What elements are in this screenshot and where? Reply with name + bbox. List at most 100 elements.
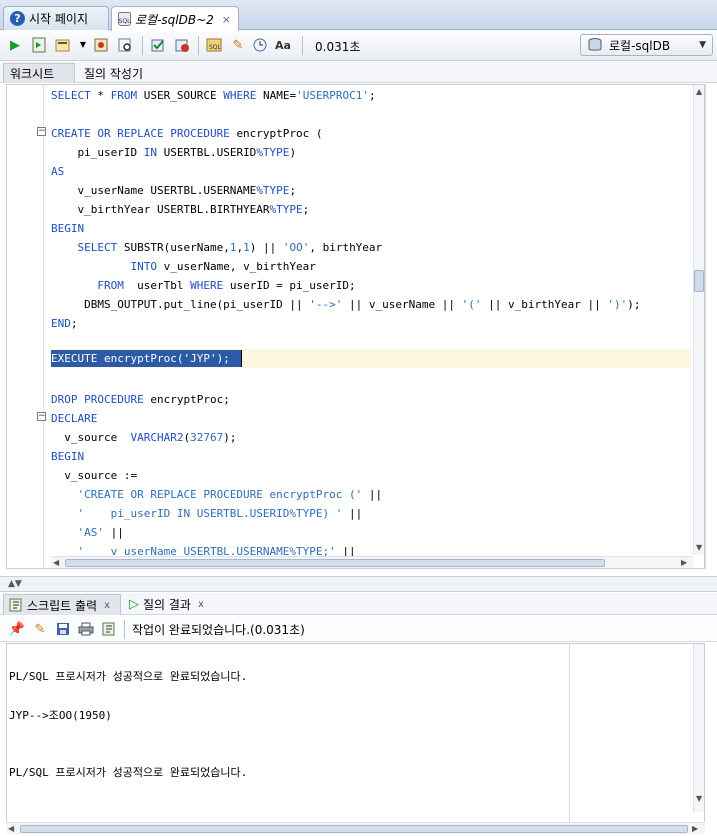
code-token: FROM [110, 89, 144, 102]
code-token: 'USERPROC1' [296, 89, 369, 102]
code-token: ; [289, 184, 297, 197]
tab-worksheet[interactable]: 워크시트 [3, 63, 75, 83]
output-horizontal-scroll-thumb[interactable] [20, 825, 688, 833]
run-script-icon[interactable] [30, 36, 48, 54]
scroll-right-arrow-icon[interactable]: ▶ [681, 558, 687, 567]
scroll-right-arrow-icon[interactable]: ▶ [692, 824, 698, 833]
pin-icon[interactable]: 📌 [8, 620, 26, 638]
code-token: END [51, 317, 71, 330]
output-toolbar: 📌 ✎ 작업이 완료되었습니다.(0.031초) [0, 616, 717, 642]
code-token: userTbl [137, 279, 191, 292]
code-token: ); [627, 298, 641, 311]
code-token: SUBSTR(userName, [123, 241, 230, 254]
code-token: INTO [51, 260, 164, 273]
code-token: DBMS_OUTPUT.put_line(pi_userID || [51, 298, 310, 311]
code-token: ' pi_userID IN USERTBL.USERID%TYPE) ' [51, 507, 343, 520]
output-vertical-scrollbar[interactable]: ▼ [693, 644, 704, 812]
code-token: DROP PROCEDURE [51, 393, 151, 406]
scroll-left-arrow-icon[interactable]: ◀ [8, 824, 14, 833]
run-statement-icon[interactable]: ▶ [6, 36, 24, 54]
editor-vertical-scrollbar[interactable] [693, 85, 704, 555]
code-line: 'CREATE OR REPLACE PROCEDURE encryptProc… [51, 486, 382, 503]
save-icon[interactable] [54, 620, 72, 638]
code-line: v_birthYear USERTBL.BIRTHYEAR%TYPE; [51, 201, 309, 218]
editor-gutter [7, 85, 34, 568]
rollback-icon[interactable] [173, 36, 191, 54]
clear-eraser-icon[interactable]: ✎ [31, 620, 49, 638]
editor-horizontal-scrollbar[interactable]: ◀ ▶ [51, 556, 693, 568]
scroll-up-arrow-icon[interactable]: ▲ [696, 87, 702, 96]
editor-mode-tabs: 워크시트 질의 작성기 [0, 62, 717, 83]
close-tab-icon[interactable]: x [198, 599, 204, 610]
tab-query-result[interactable]: ▷ 질의 결과 x [124, 594, 209, 615]
code-token: 'AS' [51, 526, 104, 539]
code-token: ; [302, 203, 310, 216]
output-line: PL/SQL 프로시저가 성공적으로 완료되었습니다. [9, 766, 248, 779]
tab-start-page[interactable]: ? 시작 페이지 [3, 6, 109, 30]
to-uppercase-icon[interactable]: Aa [274, 36, 292, 54]
code-token: 'CREATE OR REPLACE PROCEDURE encryptProc… [51, 488, 363, 501]
code-token: v_userName USERTBL.USERNAME [51, 184, 257, 197]
tab-script-output[interactable]: 스크립트 출력 x [3, 594, 121, 615]
chevron-down-icon[interactable]: ▼ [699, 40, 706, 50]
query-result-icon: ▷ [129, 597, 139, 612]
tab-sql-worksheet[interactable]: SQL 로컬-sqlDB~2 × [111, 6, 239, 31]
connection-selector[interactable]: 로컬-sqlDB ▼ [580, 34, 713, 56]
output-tab-bar: 스크립트 출력 x ▷ 질의 결과 x [0, 593, 717, 615]
sql-worksheet-icon: SQL [118, 12, 131, 26]
sql-tuning-icon[interactable] [116, 36, 134, 54]
code-token: ) [289, 146, 297, 159]
code-token: DECLARE [51, 412, 98, 425]
tab-label: 질의 결과 [143, 598, 191, 612]
toolbar-separator [124, 620, 125, 639]
commit-icon[interactable] [149, 36, 167, 54]
panel-splitter[interactable]: ▲▼ [0, 576, 717, 592]
sql-history-icon[interactable] [251, 36, 269, 54]
worksheet-toolbar: ▶ ▼ SQL ✎ Aa 0.031초 로컬-sqlDB ▼ [0, 31, 717, 61]
task-status: 작업이 완료되었습니다.(0.031초) [132, 623, 305, 637]
code-line: INTO v_userName, v_birthYear [51, 258, 316, 275]
scroll-down-arrow-icon[interactable]: ▼ [696, 543, 702, 552]
selected-line: EXECUTE encryptProc('JYP'); [51, 352, 230, 365]
print-icon[interactable] [77, 620, 95, 638]
tab-query-builder[interactable]: 질의 작성기 [78, 63, 149, 83]
scroll-down-arrow-icon[interactable]: ▼ [696, 794, 702, 803]
code-token: BEGIN [51, 450, 85, 463]
code-line: SELECT SUBSTR(userName,1,1) || 'OO', bir… [51, 239, 382, 256]
code-token: pi_userID [51, 146, 144, 159]
editor-horizontal-scroll-thumb[interactable] [65, 559, 605, 567]
code-line: BEGIN [51, 448, 84, 465]
code-token: AS [51, 165, 65, 178]
clear-eraser-icon[interactable]: ✎ [229, 36, 247, 54]
code-token: || [342, 507, 363, 520]
code-token: VARCHAR2 [130, 431, 184, 444]
autotrace-dropdown-icon[interactable]: ▼ [74, 36, 92, 54]
svg-text:SQL: SQL [209, 44, 222, 51]
code-line: DROP PROCEDURE encryptProc; [51, 391, 230, 408]
help-icon: ? [10, 11, 25, 26]
output-horizontal-scrollbar[interactable]: ◀ ▶ [6, 822, 705, 834]
toolbar-separator [142, 36, 143, 55]
code-token: v_userName, v_birthYear [163, 260, 316, 273]
splitter-up-arrow-icon[interactable]: ▲▼ [8, 579, 22, 589]
code-token: USERTBL.USERID [163, 146, 257, 159]
text-caret [241, 350, 242, 367]
code-token: CREATE OR REPLACE PROCEDURE [51, 127, 237, 140]
code-token: %TYPE [269, 203, 303, 216]
fold-collapse-icon[interactable]: − [37, 127, 46, 136]
code-token: v_birthYear USERTBL.BIRTHYEAR [51, 203, 270, 216]
script-output-icon[interactable] [100, 620, 118, 638]
code-token: %TYPE [256, 184, 290, 197]
close-tab-icon[interactable]: x [104, 600, 110, 611]
code-token: WHERE [190, 279, 230, 292]
elapsed-time: 0.031초 [315, 40, 361, 54]
editor-vertical-scroll-thumb[interactable] [694, 270, 704, 292]
script-output-pane[interactable]: PL/SQL 프로시저가 성공적으로 완료되었습니다. JYP-->조OO(19… [6, 643, 705, 823]
unshared-sql-worksheet-icon[interactable]: SQL [205, 36, 223, 54]
fold-collapse-icon[interactable]: − [37, 412, 46, 421]
autotrace-icon[interactable] [54, 36, 72, 54]
scroll-left-arrow-icon[interactable]: ◀ [53, 558, 59, 567]
sql-editor[interactable]: SELECT * FROM USER_SOURCE WHERE NAME='US… [6, 84, 705, 569]
close-tab-icon[interactable]: × [222, 13, 231, 26]
explain-plan-icon[interactable] [92, 36, 110, 54]
